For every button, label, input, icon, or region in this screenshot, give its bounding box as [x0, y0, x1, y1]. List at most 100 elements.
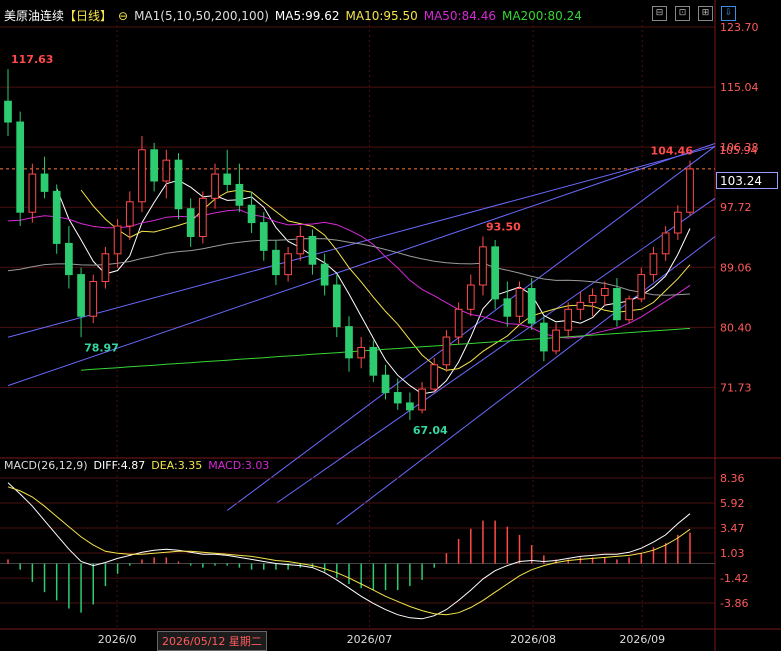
candle-body: [272, 249, 280, 276]
candle-body: [332, 284, 341, 328]
candle-body: [466, 284, 475, 310]
candle-body: [479, 246, 487, 286]
macd-tick-label: -1.42: [720, 572, 748, 585]
candle-body: [649, 253, 658, 276]
restore-button[interactable]: ⊡: [675, 6, 690, 21]
current-price-tag: 103.24: [716, 172, 778, 189]
date-tick-label: 2026/09: [619, 633, 665, 646]
candle-body: [162, 159, 171, 182]
candle-body: [89, 281, 98, 317]
instrument-name: 美原油连续: [4, 9, 65, 23]
minimize-button[interactable]: ⊟: [652, 6, 667, 21]
candle-body: [540, 322, 548, 352]
diff-value: DIFF:4.87: [93, 459, 146, 472]
candle-body: [320, 263, 329, 286]
candle-body: [40, 173, 49, 192]
candle-body: [259, 222, 268, 251]
candle-body: [308, 235, 317, 265]
candles: [4, 69, 694, 420]
low-label: 78.97: [84, 341, 119, 354]
price-tick-label: 97.72: [720, 201, 752, 214]
candle-body: [454, 308, 463, 338]
date-tick-label: 2026/0: [98, 633, 137, 646]
candle-body: [4, 100, 12, 123]
candle-body: [515, 287, 524, 317]
ma200-value: MA200:80.24: [501, 8, 582, 23]
candle-body: [588, 294, 597, 303]
download-button[interactable]: ⇩: [721, 6, 736, 21]
ma5-value: MA5:99.62: [274, 8, 340, 23]
candle-body: [613, 287, 621, 321]
ma10-value: MA10:95.50: [345, 8, 418, 23]
candle-body: [235, 183, 244, 206]
price-tick-label: 123.70: [720, 21, 759, 34]
candle-body: [28, 173, 37, 213]
candle-body: [673, 211, 682, 234]
candle-body: [418, 388, 426, 411]
candle-body: [174, 159, 183, 210]
price-right-label: 105.94: [719, 144, 758, 157]
candle-body: [442, 336, 451, 366]
maximize-button[interactable]: ⊞: [698, 6, 713, 21]
price-axis: 123.70115.04106.3897.7289.0680.4071.7310…: [719, 21, 759, 394]
candle-body: [430, 364, 439, 390]
macd-header: MACD(26,12,9) DIFF:4.87 DEA:3.35 MACD:3.…: [4, 459, 269, 472]
low-label: 67.04: [413, 424, 448, 437]
macd-tick-label: 5.92: [720, 497, 745, 510]
price-tick-label: 89.06: [720, 261, 752, 274]
candle-body: [381, 374, 390, 394]
candle-body: [16, 121, 25, 213]
candle-body: [345, 326, 353, 359]
dea-line: [7, 486, 691, 616]
ma50-value: MA50:84.46: [423, 8, 496, 23]
candle-body: [223, 173, 232, 185]
candle-body: [186, 208, 195, 237]
macd-tick-label: 3.47: [720, 522, 745, 535]
candle-body: [296, 235, 305, 255]
candle-body: [247, 204, 256, 224]
candle-body: [564, 308, 573, 331]
settings-icon[interactable]: ⊖: [118, 9, 128, 23]
chart-header: 美原油连续 【日线】 ⊖ MA1(5,10,50,200,100) MA5:99…: [4, 7, 582, 24]
candle-body: [637, 274, 646, 300]
ma-group-label: MA1(5,10,50,200,100): [134, 8, 269, 23]
candle-body: [393, 392, 402, 404]
candle-body: [357, 346, 366, 359]
date-tick-label: 2026/07: [347, 633, 393, 646]
date-tooltip: 2026/05/12 星期二: [157, 631, 267, 651]
price-annotations: 117.63 78.97 93.50 67.04 104.46: [11, 53, 693, 437]
trendline: [336, 236, 716, 525]
high-label: 117.63: [11, 53, 53, 66]
candle-body: [284, 253, 292, 276]
candle-body: [138, 149, 146, 203]
candle-body: [406, 402, 414, 411]
candle-body: [101, 253, 110, 283]
candle-body: [77, 274, 85, 317]
macd-value: MACD:3.03: [208, 459, 270, 472]
candle-body: [503, 298, 512, 317]
dea-value: DEA:3.35: [151, 459, 203, 472]
candle-body: [625, 298, 633, 321]
candle-body: [113, 225, 122, 255]
candle-body: [491, 246, 499, 300]
candle-body: [552, 329, 560, 352]
high-label: 93.50: [486, 220, 521, 233]
candle-body: [52, 190, 61, 244]
macd-tick-label: -3.86: [720, 597, 748, 610]
candle-body: [369, 346, 378, 376]
macd-tick-label: 8.36: [720, 472, 745, 485]
candlestick-chart: 117.63 78.97 93.50 67.04 104.46 123.70 115.04…: [0, 0, 781, 651]
price-tick-label: 115.04: [720, 81, 759, 94]
candle-body: [125, 201, 134, 227]
candle-body: [661, 232, 670, 255]
candle-body: [211, 173, 219, 199]
candle-body: [576, 301, 585, 310]
candle-body: [199, 197, 207, 237]
macd-tick-label: 1.03: [720, 547, 745, 560]
candle-body: [686, 168, 694, 213]
price-tick-label: 80.40: [720, 321, 752, 334]
macd-params: MACD(26,12,9): [4, 459, 88, 472]
candle-body: [600, 287, 609, 296]
date-tick-label: 2026/08: [510, 633, 556, 646]
period-label[interactable]: 【日线】: [64, 7, 112, 24]
